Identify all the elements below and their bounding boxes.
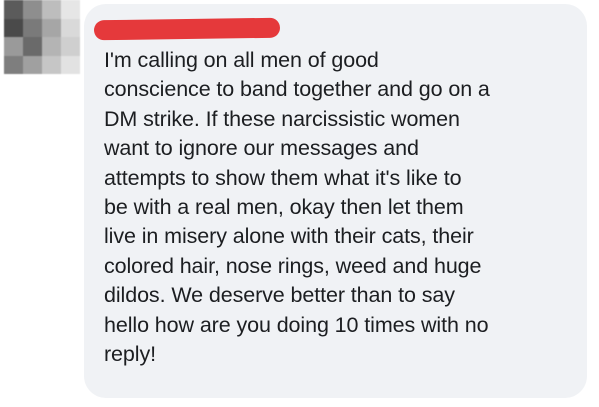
comment-text: I'm calling on all men of good conscienc… bbox=[104, 46, 580, 369]
profile-avatar[interactable] bbox=[4, 0, 80, 74]
comment-line: hello how are you doing 10 times with no bbox=[104, 312, 489, 337]
comment-line: live in misery alone with their cats, th… bbox=[104, 224, 474, 249]
comment-line: dildos. We deserve better than to say bbox=[104, 283, 455, 308]
comment-bubble: I'm calling on all men of good conscienc… bbox=[84, 4, 587, 398]
comment-line: I'm calling on all men of good bbox=[104, 48, 379, 72]
avatar-pixel bbox=[61, 37, 80, 56]
avatar-pixel bbox=[23, 37, 42, 56]
avatar-pixel bbox=[42, 55, 61, 74]
avatar-pixel bbox=[61, 55, 80, 74]
comment-line: DM strike. If these narcissistic women bbox=[104, 106, 460, 131]
avatar-pixel bbox=[42, 0, 61, 19]
avatar-pixel bbox=[23, 0, 42, 19]
avatar-pixel bbox=[61, 18, 80, 37]
avatar-pixel bbox=[61, 0, 80, 19]
avatar-pixel bbox=[42, 37, 61, 56]
avatar-pixel bbox=[23, 18, 42, 37]
avatar-pixel bbox=[4, 37, 23, 56]
comment-line: attempts to show them what it's like to bbox=[104, 165, 462, 190]
comment-line: conscience to band together and go on a bbox=[104, 77, 490, 102]
comment-line: be with a real men, okay then let them bbox=[104, 195, 464, 220]
comment-line: want to ignore our messages and bbox=[104, 136, 419, 161]
avatar-pixel bbox=[4, 0, 23, 19]
comment-line: colored hair, nose rings, weed and huge bbox=[104, 253, 482, 278]
avatar-pixel bbox=[23, 55, 42, 74]
avatar-pixel bbox=[42, 18, 61, 37]
avatar-pixel bbox=[4, 55, 23, 74]
redacted-author-name[interactable] bbox=[93, 17, 281, 41]
avatar-pixel bbox=[4, 18, 23, 37]
comment-line: reply! bbox=[104, 342, 156, 367]
